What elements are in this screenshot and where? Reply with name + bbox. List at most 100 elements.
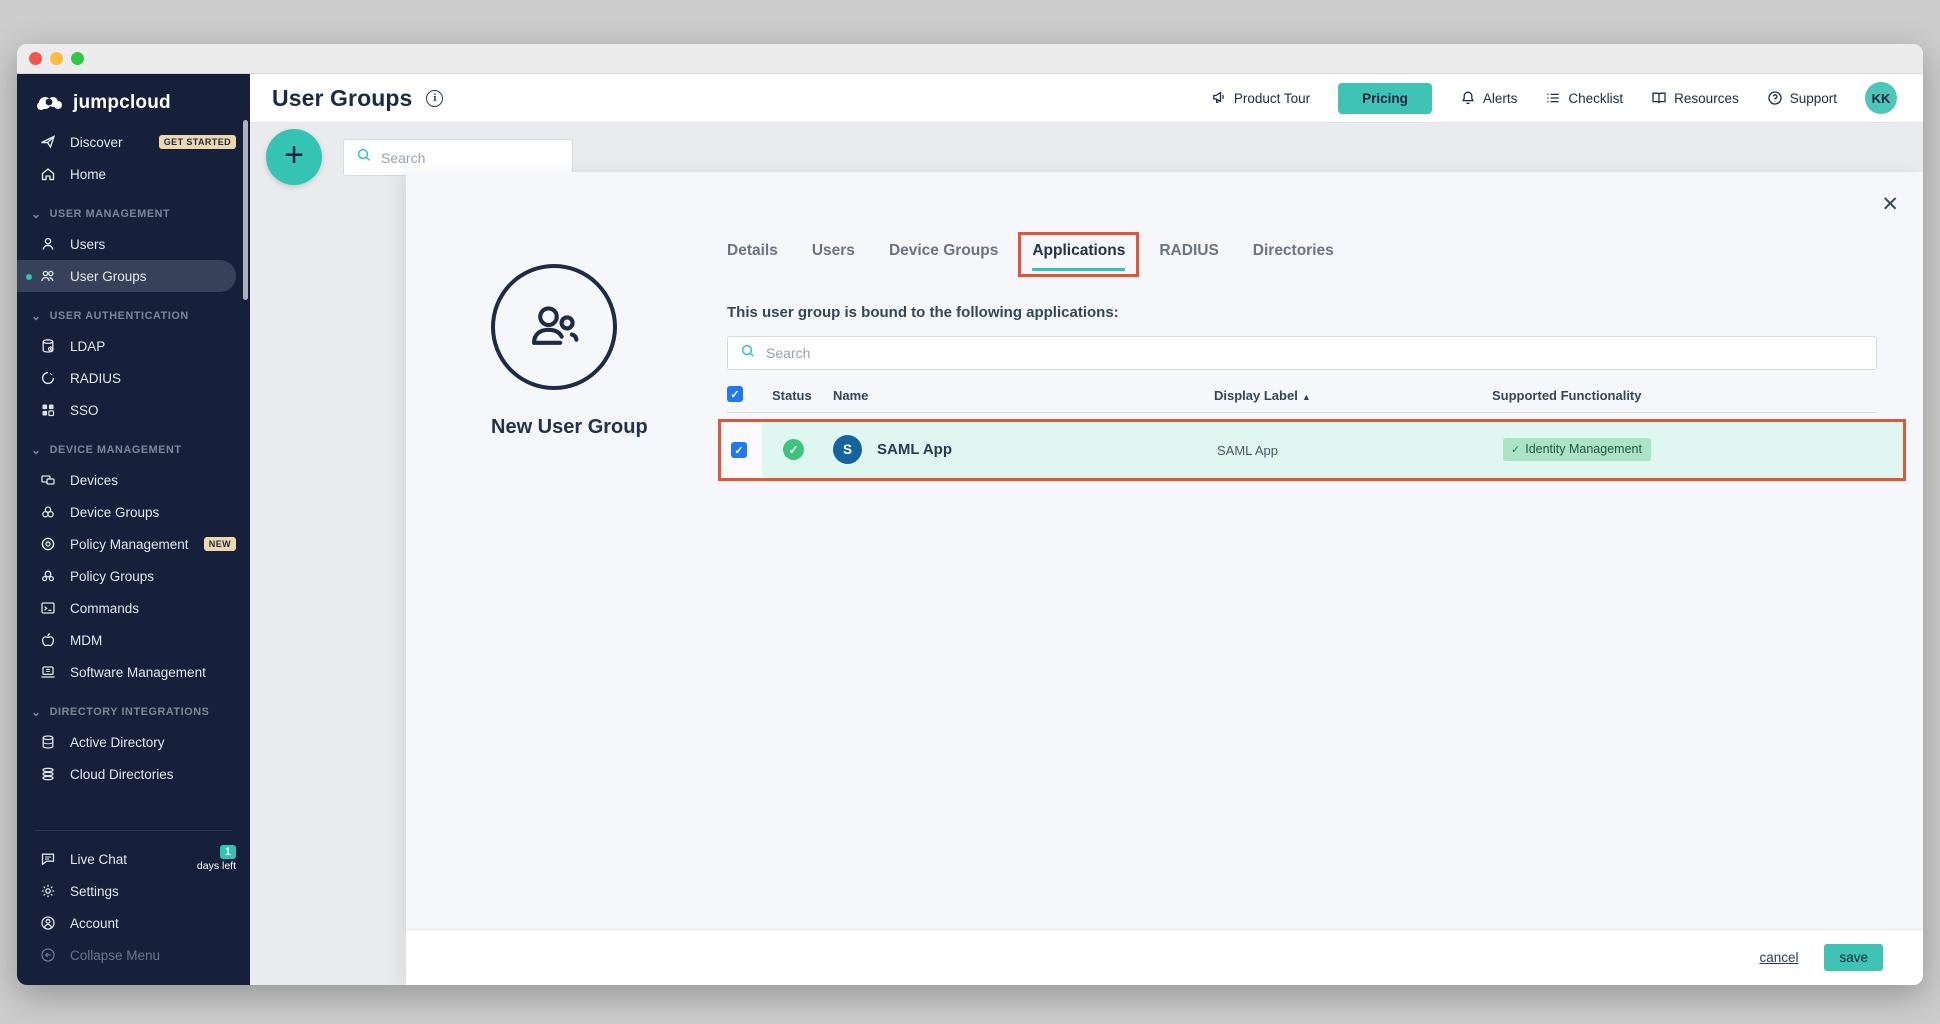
app-avatar: S bbox=[833, 435, 862, 464]
minimize-window-button[interactable] bbox=[50, 52, 63, 65]
applications-search-input[interactable] bbox=[766, 345, 1766, 361]
sidebar-item-radius[interactable]: RADIUS bbox=[17, 362, 250, 394]
tab-applications[interactable]: Applications bbox=[1032, 242, 1125, 271]
table-header-divider bbox=[727, 412, 1877, 413]
page-content: + ✕ bbox=[250, 123, 1923, 985]
sidebar-item-label: Software Management bbox=[70, 665, 206, 680]
sidebar-item-user-groups[interactable]: User Groups bbox=[17, 260, 236, 292]
sidebar-item-sso[interactable]: SSO bbox=[17, 394, 250, 426]
check-icon: ✓ bbox=[734, 444, 743, 457]
tab-device-groups[interactable]: Device Groups bbox=[889, 242, 998, 268]
user-groups-search[interactable] bbox=[343, 139, 573, 176]
collapse-arrow-icon bbox=[39, 947, 57, 963]
section-device-management[interactable]: ⌄ DEVICE MANAGEMENT bbox=[17, 436, 250, 464]
sidebar-item-commands[interactable]: Commands bbox=[17, 592, 250, 624]
sidebar-item-mdm[interactable]: MDM bbox=[17, 624, 250, 656]
sidebar-item-discover[interactable]: Discover GET STARTED bbox=[17, 126, 250, 158]
select-all-checkbox[interactable]: ✓ bbox=[727, 386, 743, 402]
sidebar-item-policy-groups[interactable]: Policy Groups bbox=[17, 560, 250, 592]
panel-footer: cancel save bbox=[406, 929, 1923, 985]
tab-users[interactable]: Users bbox=[812, 242, 855, 268]
sidebar-item-users[interactable]: Users bbox=[17, 228, 250, 260]
column-header-name[interactable]: Name bbox=[833, 388, 868, 403]
sidebar-item-collapse-menu[interactable]: Collapse Menu bbox=[17, 939, 250, 971]
product-tour-button[interactable]: Product Tour bbox=[1211, 90, 1310, 106]
add-user-group-button[interactable]: + bbox=[266, 129, 322, 185]
sidebar-item-device-groups[interactable]: Device Groups bbox=[17, 496, 250, 528]
devices-icon bbox=[39, 472, 57, 488]
sidebar-item-label: Live Chat bbox=[70, 852, 127, 867]
close-icon[interactable]: ✕ bbox=[1881, 194, 1899, 215]
logo-text: jumpcloud bbox=[73, 92, 171, 114]
group-avatar bbox=[491, 264, 617, 390]
close-window-button[interactable] bbox=[29, 52, 42, 65]
sidebar-item-live-chat[interactable]: Live Chat 1 days left bbox=[17, 843, 250, 875]
save-button[interactable]: save bbox=[1824, 944, 1883, 971]
rocket-icon bbox=[39, 134, 57, 150]
bell-icon bbox=[1460, 90, 1476, 106]
jumpcloud-logo[interactable]: jumpcloud bbox=[17, 84, 250, 126]
sidebar-item-label: LDAP bbox=[70, 339, 105, 354]
info-icon[interactable]: i bbox=[426, 90, 443, 107]
sidebar-item-active-directory[interactable]: Active Directory bbox=[17, 726, 250, 758]
tab-details[interactable]: Details bbox=[727, 242, 778, 268]
gear-icon bbox=[39, 883, 57, 899]
sidebar-item-home[interactable]: Home bbox=[17, 158, 250, 190]
column-header-supported-functionality[interactable]: Supported Functionality bbox=[1492, 388, 1642, 403]
home-icon bbox=[39, 166, 57, 182]
sso-grid-icon bbox=[39, 402, 57, 418]
support-button[interactable]: Support bbox=[1767, 90, 1837, 106]
sidebar-scrollbar-thumb[interactable] bbox=[243, 120, 248, 300]
tab-bar: Details Users Device Groups Applications… bbox=[727, 242, 1334, 271]
user-avatar[interactable]: KK bbox=[1865, 82, 1897, 114]
days-left-count-badge: 1 bbox=[220, 845, 236, 859]
resources-button[interactable]: Resources bbox=[1651, 90, 1739, 106]
sidebar-item-label: Cloud Directories bbox=[70, 767, 174, 782]
section-directory-integrations[interactable]: ⌄ DIRECTORY INTEGRATIONS bbox=[17, 698, 250, 726]
tab-radius[interactable]: RADIUS bbox=[1159, 242, 1218, 268]
sidebar-item-label: Discover bbox=[70, 135, 123, 150]
applications-search[interactable] bbox=[727, 336, 1877, 370]
app-window: jumpcloud Discover GET STARTED Home ⌄ US… bbox=[17, 44, 1923, 985]
sidebar-item-policy-management[interactable]: Policy Management NEW bbox=[17, 528, 250, 560]
group-name: New User Group bbox=[491, 416, 617, 439]
active-indicator-dot bbox=[26, 274, 32, 280]
sidebar-item-label: Active Directory bbox=[70, 735, 165, 750]
sidebar-item-cloud-directories[interactable]: Cloud Directories bbox=[17, 758, 250, 790]
database-icon bbox=[39, 338, 57, 354]
active-directory-icon bbox=[39, 734, 57, 750]
cloud-directories-icon bbox=[39, 766, 57, 782]
check-icon: ✓ bbox=[1511, 443, 1520, 456]
tab-directories[interactable]: Directories bbox=[1253, 242, 1334, 268]
megaphone-icon bbox=[1211, 90, 1227, 106]
sidebar-item-devices[interactable]: Devices bbox=[17, 464, 250, 496]
search-input[interactable] bbox=[381, 150, 531, 166]
pricing-button[interactable]: Pricing bbox=[1338, 83, 1432, 114]
cancel-button[interactable]: cancel bbox=[1759, 950, 1798, 965]
terminal-icon bbox=[39, 600, 57, 616]
sidebar-item-label: Devices bbox=[70, 473, 118, 488]
table-row[interactable]: ✓ ✓ S SAML App SAML App ✓ Identity Manag… bbox=[718, 419, 1906, 481]
sidebar-item-label: Collapse Menu bbox=[70, 948, 160, 963]
sidebar-item-label: Device Groups bbox=[70, 505, 159, 520]
row-checkbox[interactable]: ✓ bbox=[731, 442, 747, 458]
sidebar-item-software-management[interactable]: Software Management bbox=[17, 656, 250, 688]
zoom-window-button[interactable] bbox=[71, 52, 84, 65]
alerts-button[interactable]: Alerts bbox=[1460, 90, 1518, 106]
section-user-management[interactable]: ⌄ USER MANAGEMENT bbox=[17, 200, 250, 228]
section-user-authentication[interactable]: ⌄ USER AUTHENTICATION bbox=[17, 302, 250, 330]
column-header-display-label[interactable]: Display Label▲ bbox=[1214, 388, 1311, 403]
sidebar-item-label: MDM bbox=[70, 633, 102, 648]
user-icon bbox=[39, 236, 57, 252]
sidebar-item-label: Commands bbox=[70, 601, 139, 616]
sidebar-item-label: SSO bbox=[70, 403, 99, 418]
column-header-status[interactable]: Status bbox=[772, 388, 812, 403]
new-badge: NEW bbox=[204, 537, 236, 551]
chevron-down-icon: ⌄ bbox=[31, 311, 42, 321]
sidebar-item-settings[interactable]: Settings bbox=[17, 875, 250, 907]
sidebar-item-ldap[interactable]: LDAP bbox=[17, 330, 250, 362]
sidebar-item-account[interactable]: Account bbox=[17, 907, 250, 939]
checklist-button[interactable]: Checklist bbox=[1545, 90, 1623, 106]
chevron-down-icon: ⌄ bbox=[31, 445, 42, 455]
sidebar: jumpcloud Discover GET STARTED Home ⌄ US… bbox=[17, 74, 250, 985]
